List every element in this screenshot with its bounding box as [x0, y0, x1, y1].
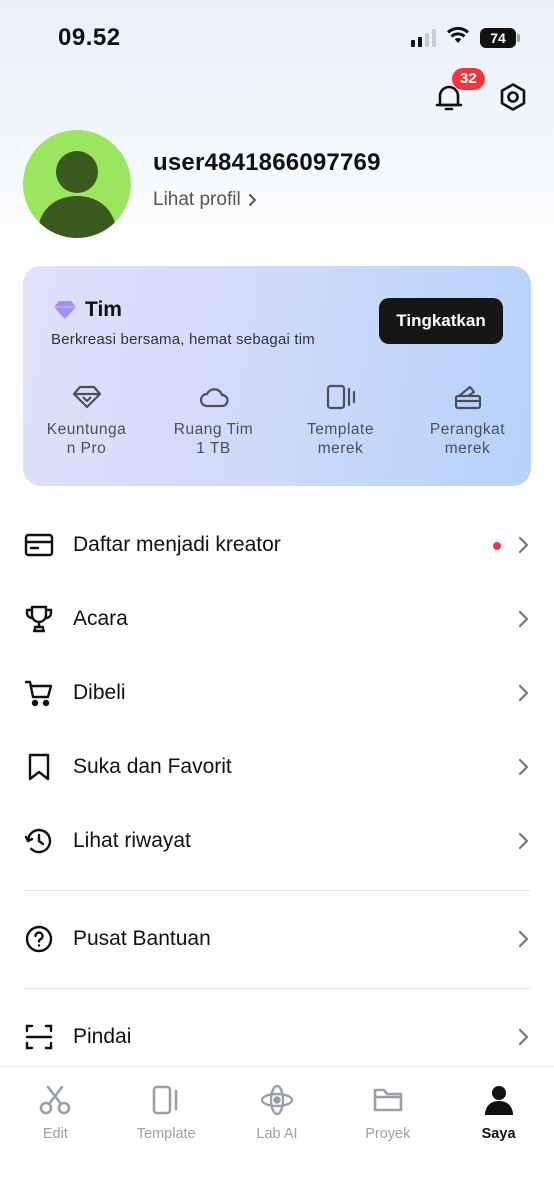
- team-plan-card[interactable]: Tim Berkreasi bersama, hemat sebagai tim…: [23, 266, 531, 486]
- header-actions: 32: [432, 68, 530, 114]
- upgrade-button[interactable]: Tingkatkan: [379, 298, 503, 344]
- tab-label: Lab AI: [256, 1126, 298, 1142]
- tab-label: Proyek: [365, 1126, 411, 1142]
- folder-icon: [373, 1088, 403, 1112]
- notification-button[interactable]: 32: [432, 68, 485, 114]
- template-icon: [326, 384, 355, 410]
- cellular-signal-icon: [411, 28, 436, 47]
- menu-item-creator[interactable]: Daftar menjadi kreator: [23, 508, 531, 582]
- feature-brand-kit[interactable]: Perangkat merek: [404, 382, 531, 458]
- brand-kit-icon: [454, 385, 481, 410]
- bottom-tab-bar: Edit Template Lab AI Proyek Saya: [0, 1066, 554, 1200]
- gear-icon: [500, 83, 526, 111]
- tab-edit[interactable]: Edit: [0, 1083, 111, 1142]
- history-icon: [24, 828, 52, 854]
- bookmark-icon: [28, 753, 50, 781]
- username: user4841866097769: [153, 149, 381, 176]
- divider: [23, 890, 531, 891]
- battery-icon: 74: [480, 27, 520, 48]
- settings-menu: Daftar menjadi kreator Acara Dibeli Suka…: [23, 508, 531, 1074]
- menu-item-history[interactable]: Lihat riwayat: [23, 804, 531, 878]
- feature-label: Perangkat merek: [429, 421, 506, 457]
- notification-badge: 32: [452, 68, 485, 90]
- profile-section: user4841866097769 Lihat profil: [23, 130, 381, 238]
- menu-item-label: Acara: [73, 607, 128, 630]
- cart-icon: [24, 680, 53, 707]
- menu-item-scan[interactable]: Pindai: [23, 1000, 531, 1074]
- status-bar: 09.52 74: [0, 0, 554, 74]
- menu-item-label: Suka dan Favorit: [73, 755, 232, 778]
- scan-icon: [25, 1024, 53, 1050]
- tab-template[interactable]: Template: [111, 1083, 222, 1142]
- chevron-right-icon: [518, 536, 529, 554]
- settings-button[interactable]: [496, 80, 530, 114]
- tab-label: Edit: [42, 1126, 68, 1142]
- feature-brand-templates[interactable]: Template merek: [277, 382, 404, 458]
- team-title-label: Tim: [85, 298, 122, 321]
- feature-label: Ruang Tim 1 TB: [173, 421, 254, 457]
- feature-label: Keuntunga n Pro: [46, 421, 127, 457]
- help-icon: [25, 925, 53, 953]
- view-profile-label: Lihat profil: [153, 189, 241, 210]
- template-icon: [152, 1085, 178, 1115]
- card-icon: [24, 533, 54, 557]
- menu-item-label: Pindai: [73, 1025, 132, 1048]
- ai-lab-icon: [260, 1084, 294, 1116]
- feature-team-storage[interactable]: Ruang Tim 1 TB: [150, 382, 277, 458]
- avatar[interactable]: [23, 130, 131, 238]
- diamond-icon: [54, 301, 76, 319]
- chevron-right-icon: [518, 684, 529, 702]
- person-icon: [484, 1086, 513, 1115]
- team-title: Tim: [53, 298, 122, 322]
- view-profile-link[interactable]: Lihat profil: [153, 189, 381, 211]
- tab-ai-lab[interactable]: Lab AI: [222, 1083, 333, 1142]
- chevron-right-icon: [518, 758, 529, 776]
- menu-item-label: Dibeli: [73, 681, 126, 704]
- wifi-icon: [446, 26, 470, 49]
- status-time: 09.52: [58, 24, 121, 51]
- status-icons: 74: [411, 26, 520, 49]
- chevron-right-icon: [518, 1028, 529, 1046]
- scissors-icon: [40, 1085, 71, 1115]
- tab-label: Saya: [481, 1126, 516, 1142]
- new-indicator-dot: [493, 542, 501, 550]
- tab-label: Template: [136, 1126, 196, 1142]
- chevron-right-icon: [518, 930, 529, 948]
- tab-projects[interactable]: Proyek: [332, 1083, 443, 1142]
- menu-item-label: Daftar menjadi kreator: [73, 533, 281, 556]
- tab-profile[interactable]: Saya: [443, 1083, 554, 1142]
- divider: [23, 988, 531, 989]
- feature-pro-benefits[interactable]: Keuntunga n Pro: [23, 382, 150, 458]
- chevron-right-icon: [518, 832, 529, 850]
- menu-item-favorites[interactable]: Suka dan Favorit: [23, 730, 531, 804]
- cloud-icon: [199, 388, 229, 408]
- diamond-icon: [72, 385, 101, 409]
- team-subtitle: Berkreasi bersama, hemat sebagai tim: [51, 331, 315, 348]
- menu-item-help-center[interactable]: Pusat Bantuan: [23, 902, 531, 976]
- menu-item-label: Pusat Bantuan: [73, 927, 211, 950]
- chevron-right-icon: [248, 194, 256, 206]
- profile-info: user4841866097769 Lihat profil: [153, 149, 381, 211]
- menu-item-events[interactable]: Acara: [23, 582, 531, 656]
- team-features: Keuntunga n Pro Ruang Tim 1 TB Template …: [23, 382, 531, 458]
- menu-item-label: Lihat riwayat: [73, 829, 191, 852]
- trophy-icon: [25, 605, 53, 633]
- menu-item-purchased[interactable]: Dibeli: [23, 656, 531, 730]
- chevron-right-icon: [518, 610, 529, 628]
- feature-label: Template merek: [307, 421, 374, 457]
